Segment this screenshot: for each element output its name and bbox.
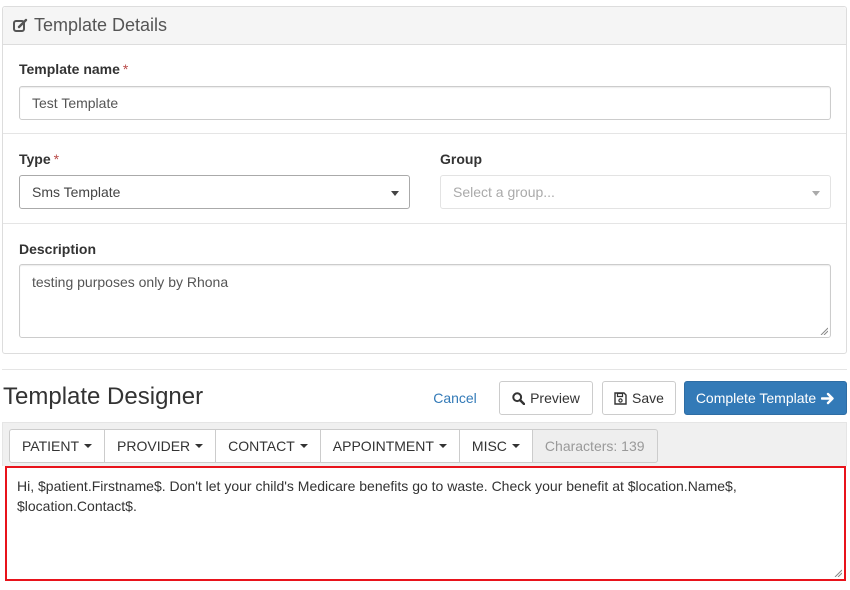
- type-group-section: Type * Sms Template Group Select a group.…: [3, 134, 846, 224]
- cancel-button[interactable]: Cancel: [426, 381, 484, 415]
- caret-down-icon: [438, 444, 447, 448]
- template-details-panel: Template Details Template name * Test Tem…: [2, 6, 847, 354]
- panel-heading: Template Details: [3, 7, 846, 45]
- appointment-menu-button[interactable]: APPOINTMENT: [319, 429, 460, 463]
- description-label: Description: [19, 241, 97, 257]
- panel-title: Template Details: [34, 15, 168, 35]
- complete-label: Complete Template: [695, 390, 817, 406]
- required-mark: *: [122, 61, 129, 77]
- template-name-input[interactable]: Test Template: [19, 86, 831, 120]
- resize-grip-icon[interactable]: [820, 327, 828, 335]
- designer-title: Template Designer: [3, 383, 204, 410]
- preview-button[interactable]: Preview: [499, 381, 593, 415]
- caret-down-icon: [511, 444, 520, 448]
- placeholder-menu-group: PATIENT PROVIDER CONTACT APPOINTMENT MIS…: [9, 429, 658, 463]
- arrow-right-icon: [821, 392, 835, 405]
- contact-menu-button[interactable]: CONTACT: [215, 429, 321, 463]
- search-icon: [512, 391, 526, 405]
- complete-template-button[interactable]: Complete Template: [684, 381, 847, 415]
- template-name-section: Template name * Test Template: [3, 45, 846, 134]
- save-label: Save: [632, 390, 664, 406]
- floppy-disk-icon: [614, 391, 627, 405]
- description-section: Description testing purposes only by Rho…: [3, 224, 846, 353]
- designer-toolbar: PATIENT PROVIDER CONTACT APPOINTMENT MIS…: [2, 422, 847, 466]
- template-name-label: Template name *: [19, 61, 129, 77]
- section-divider: [2, 369, 847, 370]
- chevron-down-icon: [812, 191, 820, 196]
- type-select[interactable]: Sms Template: [19, 175, 410, 209]
- message-editor[interactable]: Hi, $patient.Firstname$. Don't let your …: [5, 466, 846, 581]
- type-label: Type *: [19, 151, 60, 167]
- required-mark: *: [53, 151, 60, 167]
- save-button[interactable]: Save: [602, 381, 676, 415]
- character-count: Characters: 139: [531, 429, 658, 463]
- group-label: Group: [440, 151, 482, 167]
- misc-menu-button[interactable]: MISC: [458, 429, 533, 463]
- caret-down-icon: [299, 444, 308, 448]
- edit-icon: [13, 18, 28, 33]
- provider-menu-button[interactable]: PROVIDER: [104, 429, 217, 463]
- group-select[interactable]: Select a group...: [440, 175, 831, 209]
- message-text: Hi, $patient.Firstname$. Don't let your …: [17, 478, 737, 514]
- description-textarea[interactable]: testing purposes only by Rhona: [19, 264, 831, 338]
- caret-down-icon: [195, 444, 204, 448]
- patient-menu-button[interactable]: PATIENT: [9, 429, 106, 463]
- preview-label: Preview: [530, 390, 580, 406]
- caret-down-icon: [84, 444, 93, 448]
- chevron-down-icon: [391, 191, 399, 196]
- resize-grip-icon[interactable]: [834, 569, 842, 577]
